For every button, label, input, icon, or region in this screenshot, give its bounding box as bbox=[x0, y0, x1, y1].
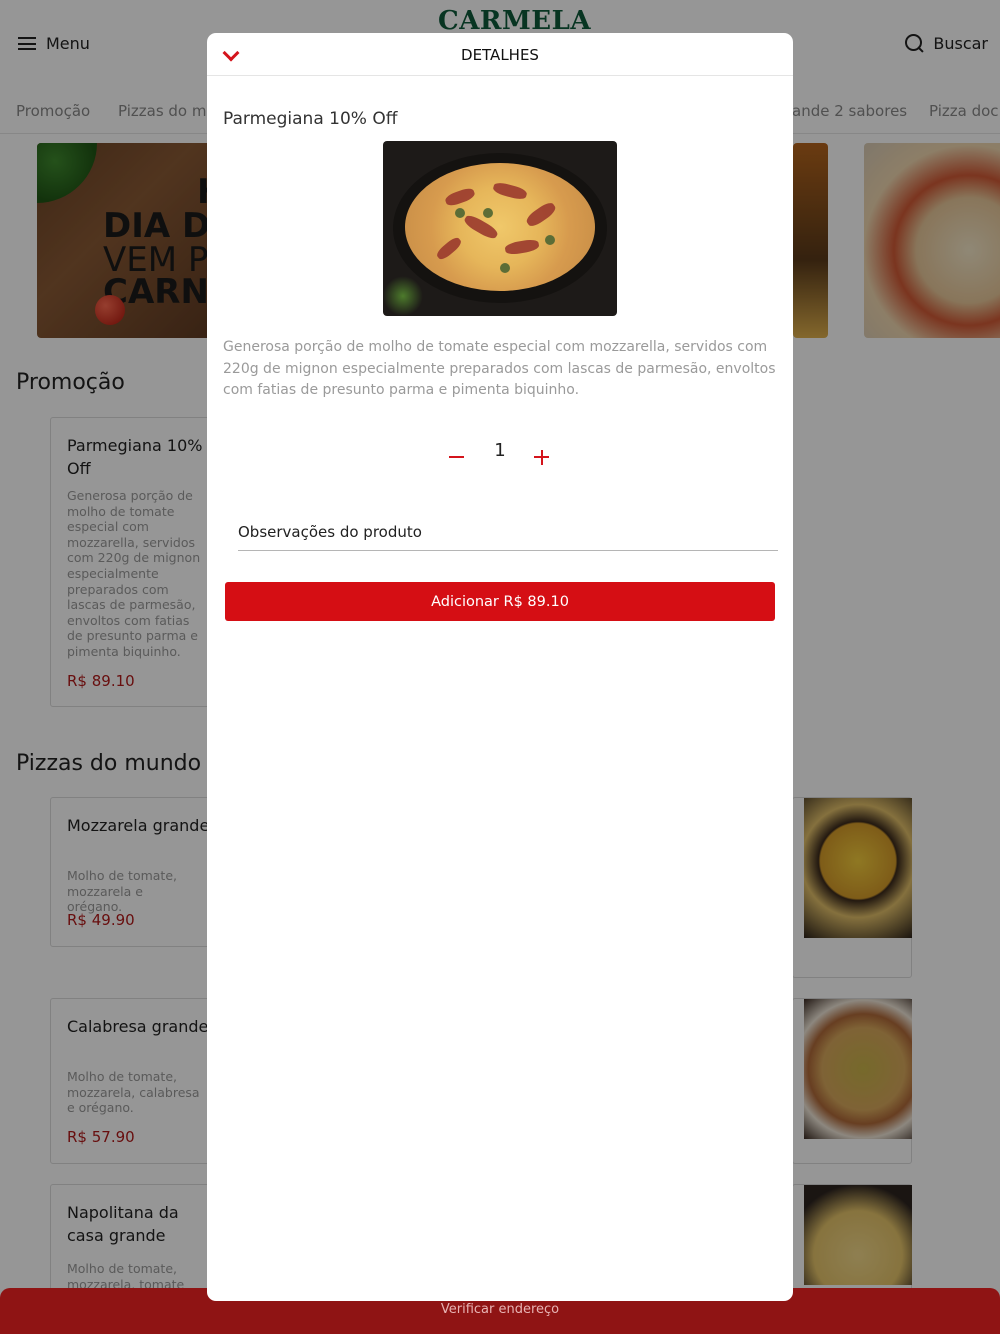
product-image bbox=[383, 141, 617, 316]
product-name: Parmegiana 10% Off bbox=[223, 109, 398, 129]
modal-header: DETALHES bbox=[207, 33, 793, 76]
increase-quantity-button[interactable] bbox=[532, 447, 552, 467]
add-to-cart-button[interactable]: Adicionar R$ 89.10 bbox=[225, 582, 775, 621]
minus-icon bbox=[449, 456, 464, 458]
product-description: Generosa porção de molho de tomate espec… bbox=[223, 339, 776, 398]
quantity-value: 1 bbox=[494, 440, 506, 461]
product-details-modal: DETALHES Parmegiana 10% Off Generosa por… bbox=[207, 33, 793, 1301]
verify-address-label: Verificar endereço bbox=[440, 1302, 560, 1317]
decrease-quantity-button[interactable] bbox=[447, 447, 467, 467]
product-notes-input[interactable] bbox=[238, 513, 778, 551]
modal-title: DETALHES bbox=[461, 46, 539, 64]
